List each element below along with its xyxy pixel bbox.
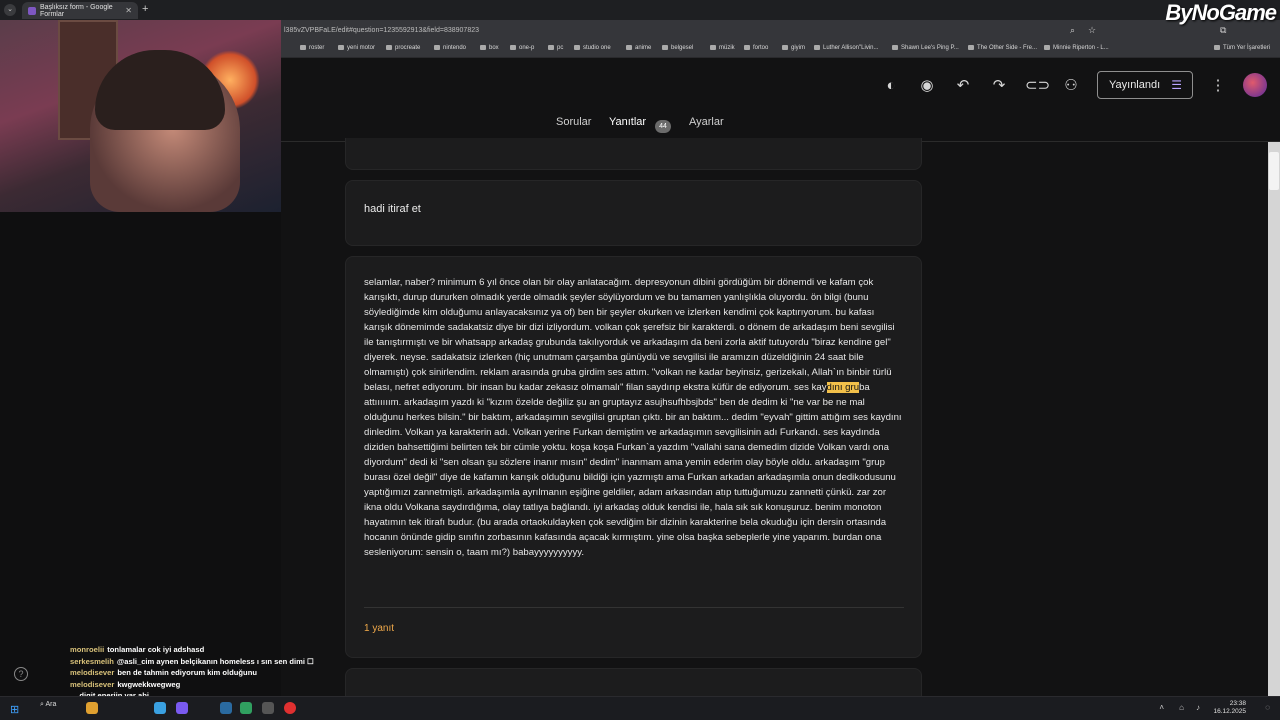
tab-search-icon[interactable]: ⌄ <box>4 4 16 16</box>
question-card: hadi itiraf et <box>345 180 922 246</box>
help-icon[interactable]: ? <box>14 667 28 681</box>
bookmark[interactable]: fortoo <box>744 45 768 51</box>
windows-start-icon[interactable]: ⊞ <box>10 703 19 716</box>
bookmark[interactable]: Minnie Riperton - L... <box>1044 45 1109 51</box>
chat-text: kwgwekkwegweg <box>117 679 181 689</box>
chat-username: monroelii <box>70 645 105 654</box>
taskbar-search-label: Ara <box>45 701 57 708</box>
chat-text: tonlamalar cok iyi adshasd <box>107 645 205 654</box>
webcam-overlay <box>0 20 281 212</box>
discord-icon[interactable] <box>176 702 188 714</box>
volume-icon[interactable]: ♪ <box>1196 703 1200 712</box>
chat-message: serkesmelih @asli_cim aynen belçikanın ho… <box>70 656 320 668</box>
clock-time: 23:38 <box>1229 700 1246 707</box>
stream-chat: monroelii tonlamalar cok iyi adshasd serk… <box>70 644 320 702</box>
scrollbar-thumb[interactable] <box>1269 152 1279 190</box>
taskbar-clock[interactable]: 23:38 16.12.2025 <box>1213 700 1246 716</box>
bookmark-star-icon[interactable]: ☆ <box>1088 25 1096 36</box>
response-text-part: selamlar, naber? minimum 6 yıl önce olan… <box>364 277 895 393</box>
tab-questions[interactable]: Sorular <box>556 116 591 128</box>
clock-date: 16.12.2025 <box>1213 708 1246 715</box>
bookmark[interactable]: müzik <box>710 45 735 51</box>
previous-card <box>345 138 922 170</box>
chat-message: melodisever kwgwekkwegweg <box>70 679 320 691</box>
avatar[interactable] <box>1243 73 1267 97</box>
chat-username: melodisever <box>70 668 115 677</box>
bookmark[interactable]: Luther Allison"Livin... <box>814 45 879 51</box>
response-text: selamlar, naber? minimum 6 yıl önce olan… <box>364 275 904 560</box>
response-text-part: ba attıııııım. arkadaşım yazdı ki "kızım… <box>364 382 902 558</box>
network-icon[interactable]: ⌂ <box>1179 703 1184 712</box>
publish-label: Yayınlandı <box>1109 79 1161 91</box>
next-response-card <box>345 668 922 698</box>
scrollbar[interactable] <box>1268 142 1280 696</box>
tab-settings[interactable]: Ayarlar <box>689 116 724 128</box>
link-icon[interactable]: ⊂⊃ <box>1025 76 1050 96</box>
bookmark[interactable]: one-p <box>510 45 534 51</box>
undo-icon[interactable]: ↶ <box>953 76 973 96</box>
more-icon[interactable]: ⋮ <box>1208 76 1228 96</box>
forms-toolbar: ◐ ◉ ↶ ↷ ⊂⊃ ⚇ Yayınlandı ☰ ⋮ Sorular Yanı… <box>281 58 1280 142</box>
taskbar-search[interactable]: ⌕ Ara <box>40 701 56 709</box>
browser-tab-title: Başlıksız form - Google Formlar <box>39 3 113 18</box>
bookmark[interactable]: pc <box>548 45 563 51</box>
bookmark[interactable]: studio one <box>574 45 611 51</box>
bookmark[interactable]: giyim <box>782 45 805 51</box>
question-title: hadi itiraf et <box>364 203 421 215</box>
notifications-icon[interactable]: ◌ <box>1265 703 1270 712</box>
forms-page: ◐ ◉ ↶ ↷ ⊂⊃ ⚇ Yayınlandı ☰ ⋮ Sorular Yanı… <box>281 58 1280 698</box>
bookmark[interactable]: The Other Side - Fre... <box>968 45 1037 51</box>
chat-message: melodisever ben de tahmin ediyorum kim ol… <box>70 667 320 679</box>
new-tab-icon[interactable]: + <box>142 3 148 15</box>
browser-tab-bar: ⌄ Başlıksız form - Google Formlar ✕ + <box>0 0 1280 20</box>
palette-icon[interactable]: ◐ <box>881 76 901 96</box>
taskbar: ⊞ ⌕ Ara ˄ ⌂ ♪ 23:38 16.12.2025 ◌ <box>0 696 1280 720</box>
app-icon[interactable] <box>262 702 274 714</box>
close-tab-icon[interactable]: ✕ <box>125 6 132 15</box>
redo-icon[interactable]: ↷ <box>989 76 1009 96</box>
bookmark[interactable]: roster <box>300 45 324 51</box>
zoom-icon[interactable]: ⌕ <box>1070 25 1075 36</box>
chat-message: monroelii tonlamalar cok iyi adshasd <box>70 644 320 656</box>
channel-logo: ByNoGame <box>1165 0 1277 25</box>
obs-icon[interactable] <box>284 702 296 714</box>
tab-responses[interactable]: Yanıtlar <box>609 116 646 128</box>
forms-favicon-icon <box>28 6 36 15</box>
bookmark[interactable]: yeni motor <box>338 45 375 51</box>
selected-text: dını gru <box>826 382 860 393</box>
reply-count[interactable]: 1 yanıt <box>364 623 394 634</box>
chat-username: melodisever <box>70 679 115 689</box>
chat-username: serkesmelih <box>70 656 114 666</box>
add-collaborator-icon[interactable]: ⚇ <box>1061 76 1081 96</box>
chat-text: @asli_cim aynen belçikanın homeless ı sı… <box>116 656 314 666</box>
bookmark[interactable]: procreate <box>386 45 420 51</box>
response-card: selamlar, naber? minimum 6 yıl önce olan… <box>345 256 922 658</box>
bookmark[interactable]: nintendo <box>434 45 466 51</box>
bookmark-all[interactable]: Tüm Yer İşaretleri <box>1214 45 1270 51</box>
sliders-icon: ☰ <box>1171 78 1182 92</box>
browser-icon[interactable] <box>154 702 166 714</box>
divider <box>364 607 904 608</box>
steam-icon[interactable] <box>220 702 232 714</box>
app-icon[interactable] <box>240 702 252 714</box>
bookmark[interactable]: belgesel <box>662 45 693 51</box>
responses-count-badge: 44 <box>655 120 671 133</box>
file-explorer-icon[interactable] <box>86 702 98 714</box>
tray-chevron-icon[interactable]: ˄ <box>1159 703 1164 712</box>
bookmark[interactable]: box <box>480 45 499 51</box>
preview-icon[interactable]: ◉ <box>917 76 937 96</box>
bookmark[interactable]: Shawn Lee's Ping P... <box>892 45 959 51</box>
url-field[interactable]: l385vZVPBFaLE/edit#question=1235592913&f… <box>284 24 1084 38</box>
extensions-icon[interactable]: ⧉ <box>1220 25 1226 36</box>
chat-text: ben de tahmin ediyorum kim olduğunu <box>117 668 257 677</box>
bookmark[interactable]: anime <box>626 45 651 51</box>
publish-button[interactable]: Yayınlandı ☰ <box>1097 71 1193 99</box>
browser-tab[interactable]: Başlıksız form - Google Formlar ✕ <box>22 2 138 19</box>
